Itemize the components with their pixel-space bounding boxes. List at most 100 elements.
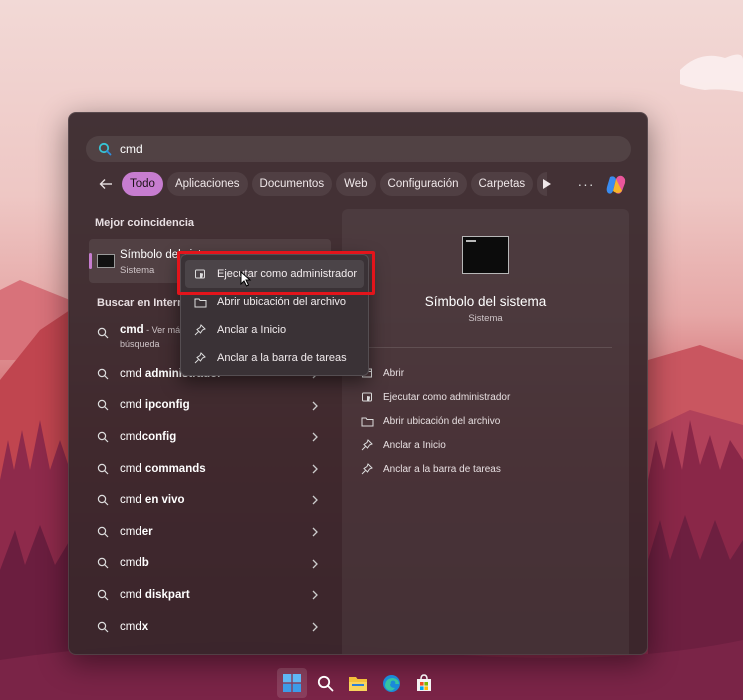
mouse-cursor-icon — [240, 271, 252, 287]
play-icon — [542, 179, 551, 189]
web-item-prefix: cmd — [120, 620, 142, 633]
back-button[interactable] — [94, 172, 118, 196]
filter-todo[interactable]: Todo — [122, 172, 163, 196]
shield-icon — [360, 390, 374, 404]
more-options-button[interactable]: ··· — [575, 173, 597, 195]
ctx-label: Anclar a Inicio — [217, 324, 287, 336]
search-icon — [97, 327, 109, 339]
action-open-file-location[interactable]: Abrir ubicación del archivo — [360, 409, 510, 433]
pin-icon — [360, 462, 374, 476]
filter-web[interactable]: Web — [336, 172, 376, 196]
store-button[interactable] — [409, 668, 439, 698]
search-icon — [97, 621, 109, 632]
web-item-prefix: cmd — [120, 588, 145, 601]
command-prompt-icon — [462, 236, 509, 274]
search-icon — [97, 400, 109, 411]
action-label: Abrir — [383, 367, 405, 379]
ctx-pin-start[interactable]: Anclar a Inicio — [185, 316, 364, 344]
detail-actions: Abrir Ejecutar como administrador Abrir … — [360, 361, 510, 481]
ctx-label: Abrir ubicación del archivo — [217, 296, 347, 308]
chevron-right-icon — [312, 590, 318, 600]
taskbar-search-button[interactable] — [310, 668, 340, 698]
ctx-label: Anclar a la barra de tareas — [217, 352, 347, 364]
web-item-prefix: cmd — [120, 367, 145, 380]
filter-aplicaciones[interactable]: Aplicaciones — [166, 172, 248, 196]
web-search-item[interactable]: cmd diskpart — [89, 579, 331, 611]
windows-start-icon — [283, 674, 301, 692]
edge-browser-button[interactable] — [376, 668, 406, 698]
action-open[interactable]: Abrir — [360, 361, 510, 385]
web-search-item[interactable]: cmdb — [89, 548, 331, 580]
search-box[interactable] — [86, 136, 631, 162]
copilot-icon[interactable] — [604, 173, 628, 197]
action-label: Anclar a la barra de tareas — [383, 463, 501, 475]
web-search-item[interactable]: cmdx — [89, 611, 331, 643]
action-pin-start[interactable]: Anclar a Inicio — [360, 433, 510, 457]
web-item-prefix: cmd — [120, 494, 145, 507]
web-search-item[interactable]: cmd ipconfig — [89, 390, 331, 422]
chevron-right-icon — [312, 432, 318, 442]
search-icon — [97, 526, 109, 538]
filter-configuracion[interactable]: Configuración — [379, 172, 467, 196]
search-icon — [97, 368, 109, 380]
search-icon — [317, 675, 333, 691]
start-button[interactable] — [277, 668, 307, 698]
selection-accent — [89, 253, 92, 269]
action-label: Anclar a Inicio — [383, 439, 446, 451]
web-item-term: diskpart — [144, 588, 190, 601]
best-match-heading: Mejor coincidencia — [95, 217, 195, 229]
web-item-prefix: cmd — [120, 525, 142, 538]
action-label: Abrir ubicación del archivo — [383, 415, 501, 427]
folder-icon — [193, 295, 207, 309]
pin-icon — [193, 351, 207, 365]
chevron-right-icon — [312, 464, 318, 474]
chevron-right-icon — [312, 401, 318, 411]
red-highlight-annotation — [177, 251, 375, 295]
chevron-right-icon — [312, 559, 318, 569]
search-icon — [97, 558, 109, 569]
web-search-item[interactable]: cmdconfig — [89, 421, 331, 453]
folder-icon — [360, 414, 374, 428]
web-search-item[interactable]: cmd en vivo — [89, 484, 331, 516]
action-label: Ejecutar como administrador — [383, 391, 511, 403]
edge-browser-icon — [382, 674, 400, 692]
search-icon — [98, 142, 112, 156]
web-term: cmd — [120, 324, 144, 336]
ctx-pin-taskbar[interactable]: Anclar a la barra de tareas — [185, 344, 364, 372]
web-item-prefix: cmd — [120, 557, 142, 570]
filter-carpetas[interactable]: Carpetas — [470, 172, 534, 196]
search-icon — [97, 589, 109, 601]
web-item-term: en vivo — [144, 494, 185, 507]
arrow-left-icon — [99, 179, 112, 189]
action-run-as-admin[interactable]: Ejecutar como administrador — [360, 385, 510, 409]
web-search-item[interactable]: cmder — [89, 516, 331, 548]
start-search-panel: Todo Aplicaciones Documentos Web Configu… — [68, 112, 648, 655]
web-item-term: ipconfig — [144, 399, 190, 412]
web-item-term: x — [141, 620, 149, 633]
detail-pane: Símbolo del sistema Sistema Abrir Ejecut… — [342, 209, 629, 654]
web-item-prefix: cmd — [120, 462, 145, 475]
more-filters-button[interactable] — [535, 173, 557, 195]
detail-title: Símbolo del sistema — [424, 294, 547, 309]
chevron-right-icon — [312, 495, 318, 505]
command-prompt-icon — [97, 254, 115, 268]
action-pin-taskbar[interactable]: Anclar a la barra de tareas — [360, 457, 510, 481]
detail-subtitle: Sistema — [468, 313, 503, 324]
web-search-item[interactable]: cmd commands — [89, 453, 331, 485]
chevron-right-icon — [312, 622, 318, 632]
chevron-right-icon — [312, 527, 318, 537]
web-item-prefix: cmd — [120, 399, 145, 412]
search-icon — [97, 494, 109, 506]
taskbar — [0, 664, 743, 700]
search-input[interactable] — [120, 142, 600, 156]
pin-icon — [360, 438, 374, 452]
web-item-term: commands — [144, 462, 206, 475]
filter-documentos[interactable]: Documentos — [251, 172, 333, 196]
best-match-kind: Sistema — [120, 265, 155, 276]
pin-icon — [193, 323, 207, 337]
search-icon — [97, 463, 109, 475]
store-icon — [417, 674, 431, 691]
web-item-term: er — [141, 525, 153, 538]
search-icon — [97, 431, 109, 443]
file-explorer-button[interactable] — [343, 668, 373, 698]
